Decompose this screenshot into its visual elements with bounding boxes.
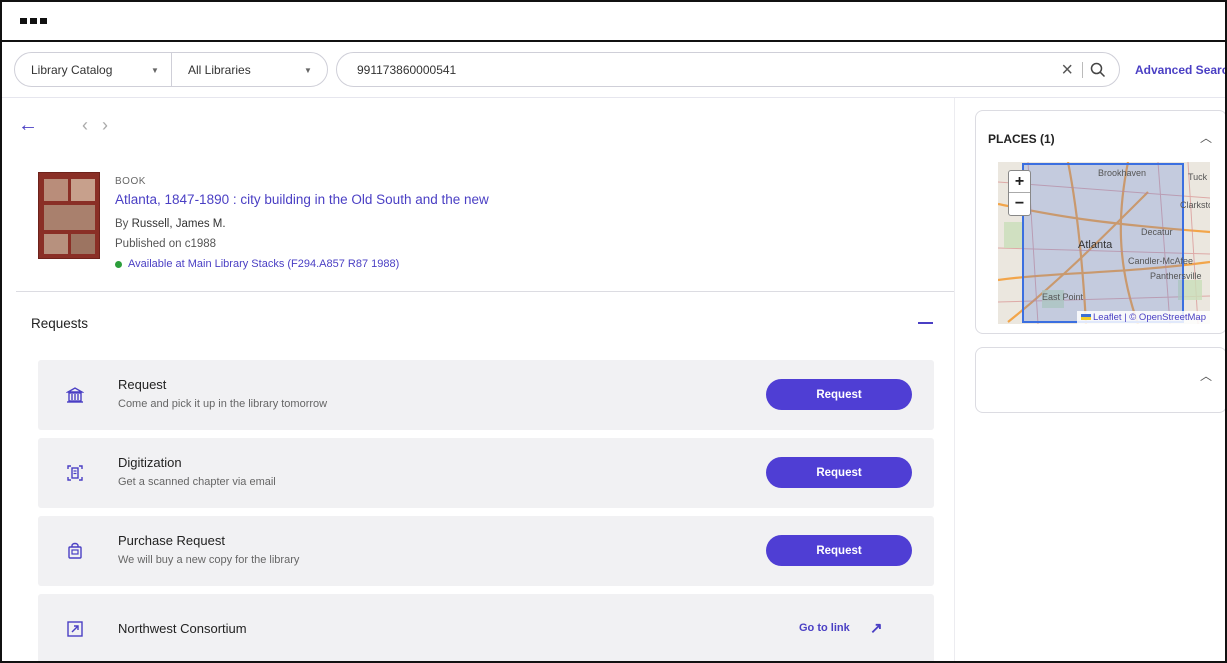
- secondary-panel: ︿: [975, 347, 1225, 413]
- places-panel: PLACES (1) ︿ Brookhaven Tuck Clarkst Dec…: [975, 110, 1225, 334]
- author-link[interactable]: Russell, James M.: [132, 218, 226, 230]
- map-zoom-control: + −: [1008, 170, 1031, 216]
- library-building-icon: [66, 387, 84, 403]
- chevron-down-icon: ▼: [151, 66, 159, 75]
- title-bar: [2, 2, 1225, 42]
- request-option-description: We will buy a new copy for the library: [118, 554, 300, 566]
- request-option-title: Digitization: [118, 455, 182, 470]
- clear-icon[interactable]: ×: [1061, 59, 1073, 82]
- purchase-bag-icon: [68, 542, 82, 559]
- search-bar: Library Catalog ▼ All Libraries ▼ 991173…: [2, 44, 1225, 98]
- scan-document-icon: [67, 465, 83, 481]
- leaflet-link[interactable]: Leaflet: [1093, 312, 1122, 323]
- arrow-up-right-icon[interactable]: ↗: [870, 619, 883, 637]
- request-button[interactable]: Request: [766, 379, 912, 410]
- previous-record-icon[interactable]: ‹: [82, 115, 88, 136]
- ukraine-flag-icon: [1081, 314, 1092, 321]
- scope-dropdown[interactable]: Library Catalog ▼: [15, 53, 172, 86]
- record-type: BOOK: [115, 176, 146, 187]
- map-label: Decatur: [1141, 227, 1173, 237]
- next-record-icon[interactable]: ›: [102, 115, 108, 136]
- search-input[interactable]: 991173860000541 ×: [336, 52, 1120, 87]
- advanced-search-link[interactable]: Advanced Search: [1135, 63, 1225, 77]
- purchase-request-button[interactable]: Request: [766, 535, 912, 566]
- search-scope: Library Catalog ▼ All Libraries ▼: [14, 52, 328, 87]
- external-link-icon: [67, 621, 83, 637]
- zoom-out-button[interactable]: −: [1009, 193, 1030, 215]
- request-option-title: Purchase Request: [118, 533, 225, 548]
- record-title[interactable]: Atlanta, 1847-1890 : city building in th…: [115, 192, 489, 207]
- record-author: By Russell, James M.: [115, 218, 226, 230]
- zoom-in-button[interactable]: +: [1009, 171, 1030, 193]
- request-option-purchase: Purchase Request We will buy a new copy …: [38, 516, 934, 586]
- map-label: Brookhaven: [1098, 168, 1146, 178]
- availability-link[interactable]: Available at Main Library Stacks (F294.A…: [115, 258, 399, 270]
- collapse-icon[interactable]: [918, 322, 933, 324]
- places-title: PLACES (1): [988, 132, 1055, 146]
- window-menu-icon[interactable]: [20, 18, 47, 24]
- request-option-title: Northwest Consortium: [118, 621, 247, 636]
- map-label: Clarkston: [1180, 200, 1210, 210]
- chevron-up-icon[interactable]: ︿: [1200, 129, 1212, 146]
- osm-attribution[interactable]: | © OpenStreetMap: [1124, 312, 1206, 323]
- record-navigation: ← ‹ ›: [18, 114, 108, 137]
- search-query-value: 991173860000541: [357, 62, 457, 77]
- request-option-description: Get a scanned chapter via email: [118, 476, 276, 488]
- library-label: All Libraries: [188, 62, 251, 77]
- library-dropdown[interactable]: All Libraries ▼: [172, 53, 327, 86]
- scope-label: Library Catalog: [31, 62, 113, 77]
- chevron-down-icon: ▼: [304, 66, 312, 75]
- map-label: Tuck: [1188, 172, 1208, 182]
- requests-heading: Requests: [31, 316, 89, 331]
- record-summary: BOOK Atlanta, 1847-1890 : city building …: [16, 162, 954, 292]
- request-option-title: Request: [118, 377, 167, 392]
- back-arrow-icon[interactable]: ←: [18, 114, 42, 137]
- map-attribution: Leaflet | © OpenStreetMap: [1077, 311, 1210, 324]
- request-option-consortium: Northwest Consortium Go to link ↗: [38, 594, 934, 661]
- chevron-up-icon[interactable]: ︿: [1200, 367, 1212, 384]
- places-map[interactable]: Brookhaven Tuck Clarkston Decatur Atlant…: [998, 162, 1210, 324]
- map-label: Candler-McAfee: [1128, 256, 1193, 266]
- map-label: East Point: [1042, 292, 1084, 302]
- request-option-request: Request Come and pick it up in the libra…: [38, 360, 934, 430]
- record-published: Published on c1988: [115, 238, 217, 250]
- column-divider: [954, 98, 955, 661]
- search-icon[interactable]: [1089, 61, 1107, 79]
- divider: [1082, 62, 1083, 78]
- go-to-link[interactable]: Go to link: [799, 622, 850, 634]
- browser-window: Library Catalog ▼ All Libraries ▼ 991173…: [0, 0, 1227, 663]
- map-label: Panthersville: [1150, 271, 1202, 281]
- map-label: Atlanta: [1078, 239, 1113, 251]
- digitization-request-button[interactable]: Request: [766, 457, 912, 488]
- request-option-digitization: Digitization Get a scanned chapter via e…: [38, 438, 934, 508]
- book-cover-thumbnail[interactable]: [38, 172, 100, 259]
- request-option-description: Come and pick it up in the library tomor…: [118, 398, 328, 410]
- availability-status-icon: [115, 260, 122, 268]
